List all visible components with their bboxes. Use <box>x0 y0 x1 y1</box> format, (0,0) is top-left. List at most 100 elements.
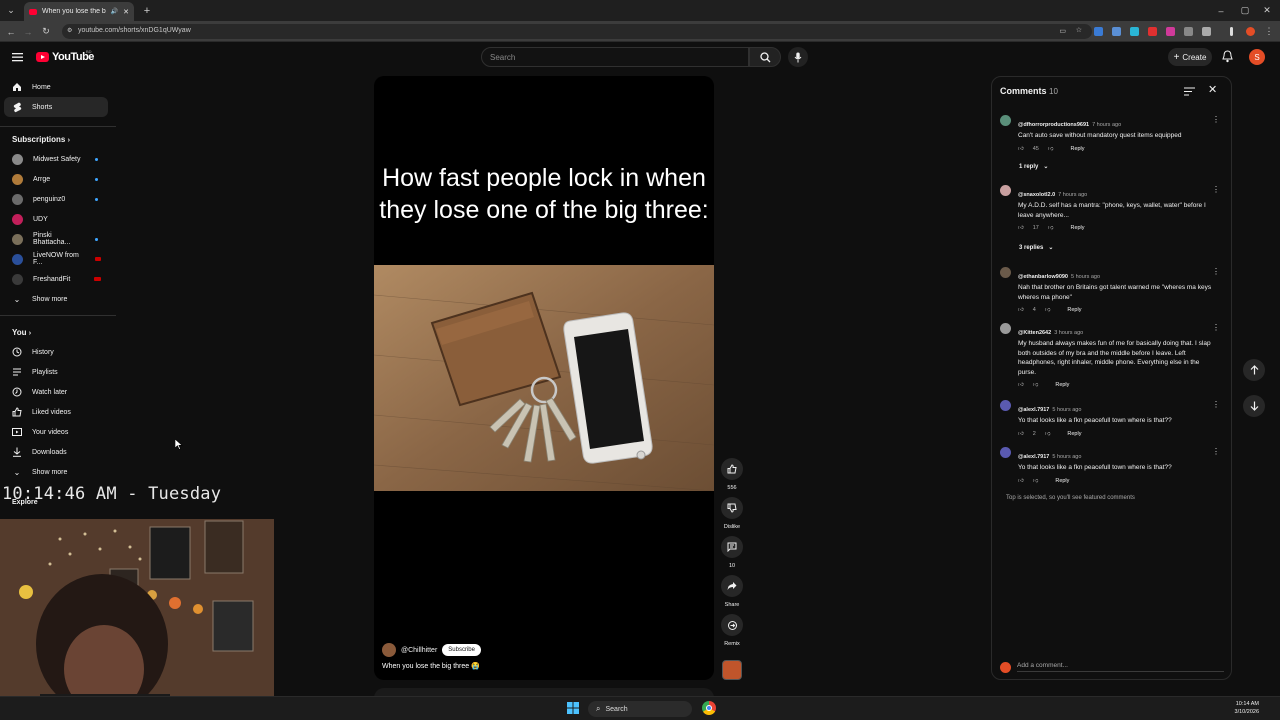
window-minimize-icon[interactable]: – <box>1212 0 1230 21</box>
sidebar-item-watch-later[interactable]: Watch later <box>4 382 108 402</box>
extension-1-icon[interactable] <box>1094 27 1103 36</box>
view-replies-button[interactable]: 1 reply ⌄ <box>1019 163 1048 171</box>
add-comment-input[interactable]: Add a comment... <box>1017 662 1224 672</box>
sidebar-item-subscription[interactable]: Midwest Safety <box>4 149 108 169</box>
comment-like-icon[interactable]: 👍︎ <box>1018 382 1024 388</box>
comment-username[interactable]: @dfhorrorproductions9691 <box>1018 122 1089 128</box>
comment-reply-button[interactable]: Reply <box>1067 431 1081 437</box>
comment-dislike-icon[interactable]: 👎︎ <box>1048 225 1054 231</box>
back-icon[interactable]: ← <box>2 21 20 42</box>
sidebar-item-subscription[interactable]: UDY <box>4 209 108 229</box>
taskbar-clock[interactable]: 10:14 AM 3/10/2026 <box>1225 700 1259 716</box>
comment-dislike-icon[interactable]: 👎︎ <box>1033 478 1039 484</box>
commenter-avatar[interactable] <box>1000 400 1011 411</box>
comment-time[interactable]: 7 hours ago <box>1092 122 1121 128</box>
subscriptions-heading[interactable]: Subscriptions › <box>12 135 70 144</box>
bookmark-star-icon[interactable]: ☆ <box>1076 26 1082 34</box>
window-close-icon[interactable]: ✕ <box>1258 0 1276 21</box>
sidebar-item-liked-videos[interactable]: Liked videos <box>4 402 108 422</box>
comment-reply-button[interactable]: Reply <box>1070 146 1084 152</box>
windows-start-icon[interactable] <box>567 702 579 717</box>
create-button[interactable]: + Create <box>1168 48 1212 66</box>
forward-icon[interactable]: → <box>19 21 37 42</box>
comment-time[interactable]: 5 hours ago <box>1071 274 1100 280</box>
sidebar-item-playlists[interactable]: Playlists <box>4 362 108 382</box>
reload-icon[interactable]: ↻ <box>37 21 55 42</box>
sidebar-item-subscription[interactable]: LiveNOW from F... <box>4 249 108 269</box>
comment-time[interactable]: 7 hours ago <box>1058 192 1087 198</box>
search-input[interactable]: Search <box>481 47 749 67</box>
comments-button[interactable]: 10 <box>720 536 744 569</box>
next-short-button[interactable] <box>1243 395 1265 417</box>
commenter-avatar[interactable] <box>1000 323 1011 334</box>
view-replies-button[interactable]: 3 replies ⌄ <box>1019 244 1053 252</box>
commenter-avatar[interactable] <box>1000 185 1011 196</box>
sidebar-item-subscription[interactable]: Arrge <box>4 169 108 189</box>
channel-avatar[interactable] <box>382 643 396 657</box>
comment-like-icon[interactable]: 👍︎ <box>1018 478 1024 484</box>
comment-more-icon[interactable]: ⋮ <box>1212 185 1220 194</box>
extension-3-icon[interactable] <box>1130 27 1139 36</box>
extension-4-icon[interactable] <box>1148 27 1157 36</box>
subscribe-button[interactable]: Subscribe <box>442 644 481 656</box>
notifications-bell-icon[interactable] <box>1222 50 1233 66</box>
share-button[interactable]: Share <box>720 575 744 608</box>
comment-username[interactable]: @alexl.7917 <box>1018 407 1049 413</box>
comment-more-icon[interactable]: ⋮ <box>1212 323 1220 332</box>
comment-time[interactable]: 5 hours ago <box>1052 454 1081 460</box>
commenter-avatar[interactable] <box>1000 447 1011 458</box>
remix-button[interactable]: Remix <box>720 614 744 647</box>
sidebar-item-subscription[interactable]: Pinski Bhattacha... <box>4 229 108 249</box>
browser-tab-active[interactable]: When you lose the big thr... 🔊 ✕ <box>24 2 134 21</box>
comment-username[interactable]: @ethanbarlow9090 <box>1018 274 1068 280</box>
tab-search-icon[interactable]: ⌄ <box>2 0 20 21</box>
tab-audio-icon[interactable]: 🔊 <box>111 8 118 15</box>
sidebar-item-your-videos[interactable]: Your videos <box>4 422 108 442</box>
sidebar-item-subscription[interactable]: penguinz0 <box>4 189 108 209</box>
comment-time[interactable]: 5 hours ago <box>1052 407 1081 413</box>
comment-more-icon[interactable]: ⋮ <box>1212 400 1220 409</box>
comment-reply-button[interactable]: Reply <box>1067 307 1081 313</box>
dislike-button[interactable]: Dislike <box>720 497 744 530</box>
short-caption[interactable]: When you lose the big three 😭 <box>382 662 480 670</box>
you-heading[interactable]: You › <box>12 328 31 337</box>
extensions-puzzle-icon[interactable] <box>1202 27 1211 36</box>
account-avatar[interactable]: S <box>1249 49 1265 65</box>
previous-short-button[interactable] <box>1243 359 1265 381</box>
commenter-avatar[interactable] <box>1000 115 1011 126</box>
tab-close-icon[interactable]: ✕ <box>123 8 129 16</box>
window-maximize-icon[interactable]: ▢ <box>1236 0 1254 21</box>
voice-search-button[interactable] <box>788 47 808 67</box>
sound-thumbnail[interactable] <box>722 660 742 680</box>
sidebar-item-subscription[interactable]: FreshandFit <box>4 269 108 289</box>
comment-like-icon[interactable]: 👍︎ <box>1018 225 1024 231</box>
close-comments-icon[interactable]: ✕ <box>1208 83 1217 96</box>
comment-dislike-icon[interactable]: 👎︎ <box>1033 382 1039 388</box>
sidebar-item-history[interactable]: History <box>4 342 108 362</box>
hamburger-menu-icon[interactable] <box>12 51 23 62</box>
site-info-icon[interactable]: ⚙ <box>67 27 72 34</box>
show-more-button[interactable]: ⌄ Show more <box>4 462 108 482</box>
comment-like-icon[interactable]: 👍︎ <box>1018 431 1024 437</box>
comment-like-icon[interactable]: 👍︎ <box>1018 146 1024 152</box>
comment-reply-button[interactable]: Reply <box>1055 478 1069 484</box>
comment-more-icon[interactable]: ⋮ <box>1212 115 1220 124</box>
sidebar-item-downloads[interactable]: Downloads <box>4 442 108 462</box>
add-comment-field[interactable]: Add a comment... <box>1000 661 1224 673</box>
comment-dislike-icon[interactable]: 👎︎ <box>1045 307 1051 313</box>
extension-6-icon[interactable] <box>1184 27 1193 36</box>
comment-like-icon[interactable]: 👍︎ <box>1018 307 1024 313</box>
comment-more-icon[interactable]: ⋮ <box>1212 447 1220 456</box>
search-button[interactable] <box>749 47 781 67</box>
profile-icon[interactable] <box>1246 27 1255 36</box>
commenter-avatar[interactable] <box>1000 267 1011 278</box>
comment-reply-button[interactable]: Reply <box>1055 382 1069 388</box>
comment-username[interactable]: @alexl.7917 <box>1018 454 1049 460</box>
like-button[interactable]: 556 <box>720 458 744 491</box>
url-bar[interactable]: ⚙ youtube.com/shorts/xnDG1qUWyaw ▭ ☆ <box>62 24 1092 39</box>
sidepanel-icon[interactable] <box>1230 27 1233 36</box>
sidebar-item-shorts[interactable]: Shorts <box>4 97 108 117</box>
chrome-taskbar-icon[interactable] <box>702 701 716 715</box>
extension-5-icon[interactable] <box>1166 27 1175 36</box>
extension-2-icon[interactable] <box>1112 27 1121 36</box>
